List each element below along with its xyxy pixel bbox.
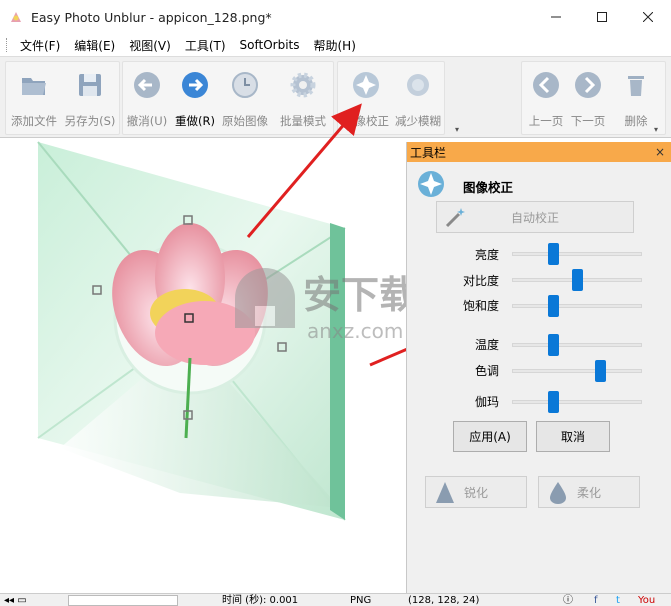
tint-thumb[interactable] [594,360,606,382]
brightness-thumb[interactable] [548,243,560,265]
twitter-icon[interactable]: t [616,594,620,606]
gamma-slider[interactable] [512,391,642,413]
sharpen-icon [436,482,454,503]
tint-slider[interactable] [512,360,642,382]
saturation-slider[interactable] [512,295,642,317]
brightness-label: 亮度 [474,248,499,262]
status-bar: ◂◂ ▭ 时间 (秒): 0.001 PNG (128, 128, 24) ⓘ … [0,593,671,606]
temperature-label: 温度 [474,338,499,352]
info-icon[interactable]: ⓘ [563,594,573,606]
soften-icon [550,482,566,504]
status-dimensions: (128, 128, 24) [408,595,480,606]
contrast-label: 对比度 [462,274,499,288]
soften-label: 柔化 [576,485,601,500]
status-time: 时间 (秒): 0.001 [222,595,299,606]
status-format: PNG [350,595,372,606]
sharpen-button[interactable]: 锐化 [425,476,527,508]
magic-wand-icon [445,208,465,228]
youtube-icon[interactable]: You [638,594,655,606]
gamma-label: 伽玛 [474,395,499,409]
zoom-controls-icon[interactable]: ◂◂ ▭ [4,594,27,606]
tint-label: 色调 [474,364,499,378]
zoom-slider[interactable] [68,595,178,606]
auto-correct-label: 自动校正 [510,210,559,225]
apply-button[interactable]: 应用(A) [453,421,527,452]
auto-correct-button[interactable]: 自动校正 [436,201,634,233]
cancel-button[interactable]: 取消 [536,421,610,452]
soften-button[interactable]: 柔化 [538,476,640,508]
tools-panel: 工具栏 × 图像校正 自动校正 亮度 对比度 饱和度 温度 色调 伽玛 应用(A… [406,142,671,593]
image-correct-section-icon [418,171,444,197]
temperature-thumb[interactable] [548,334,560,356]
sharpen-label: 锐化 [463,485,488,500]
gamma-thumb[interactable] [548,391,560,413]
temperature-slider[interactable] [512,334,642,356]
saturation-label: 饱和度 [462,299,499,313]
contrast-thumb[interactable] [571,269,583,291]
section-title: 图像校正 [463,180,514,195]
brightness-slider[interactable] [512,243,642,265]
panel-header: 工具栏 × [407,142,671,162]
contrast-slider[interactable] [512,269,642,291]
panel-close-icon[interactable]: × [655,145,665,159]
panel-title: 工具栏 [410,145,447,160]
saturation-thumb[interactable] [548,295,560,317]
facebook-icon[interactable]: f [594,594,598,606]
arrow-to-correct [246,103,362,238]
